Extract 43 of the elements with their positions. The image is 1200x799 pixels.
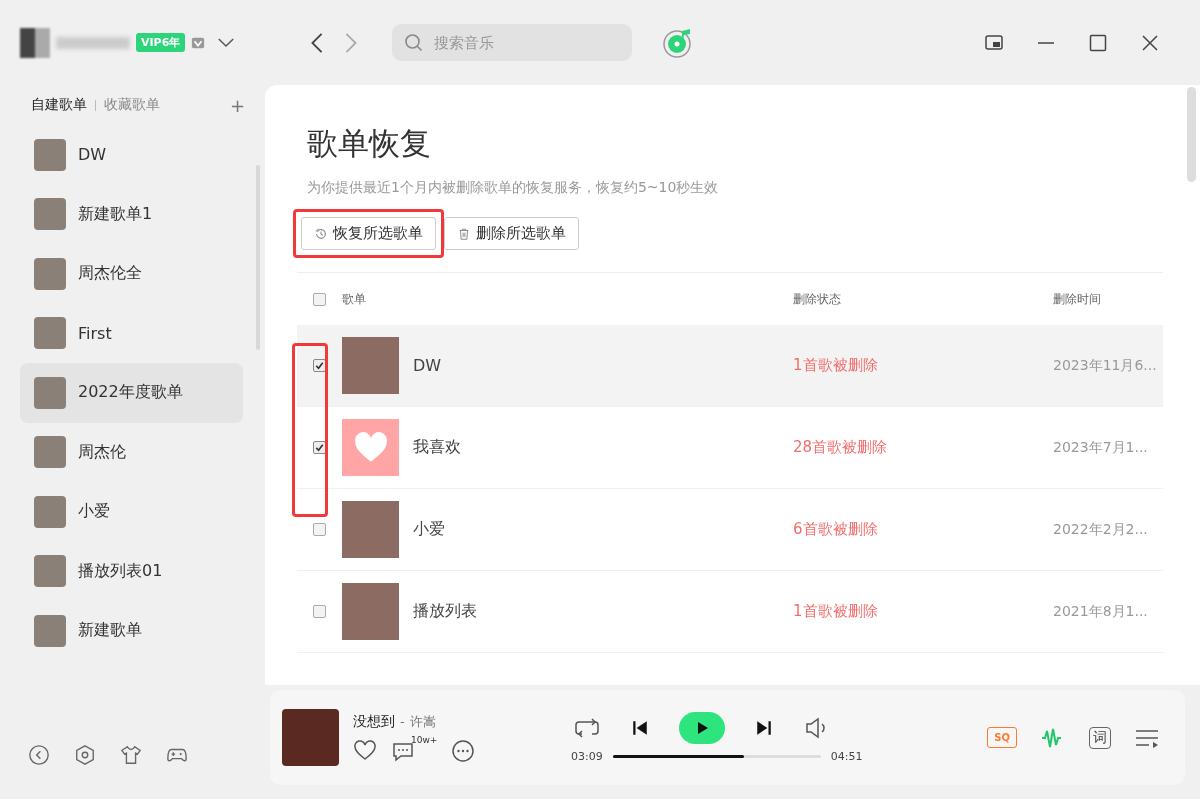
table-row[interactable]: 小爱 6首歌被删除 2022年2月2...: [297, 489, 1163, 571]
table-row[interactable]: 播放列表 1首歌被删除 2021年8月1...: [297, 571, 1163, 653]
playlist-item[interactable]: 小爱: [20, 482, 243, 542]
playlist-name: 播放列表: [413, 601, 478, 622]
playlist-item[interactable]: 周杰伦: [20, 422, 243, 482]
playlist-item[interactable]: DW: [20, 125, 243, 185]
playlist-name: 我喜欢: [413, 437, 462, 458]
deletion-time: 2023年7月1...: [1053, 438, 1149, 457]
add-button[interactable]: +: [229, 94, 245, 116]
lyrics-button[interactable]: 词: [1089, 726, 1111, 749]
delete-button[interactable]: 删除所选歌单: [444, 217, 579, 250]
comment-count: 10w+: [411, 734, 438, 745]
elapsed-time: 03:09: [571, 750, 603, 763]
playlist-name: DW: [413, 356, 443, 375]
page-title: 歌单恢复: [307, 124, 432, 163]
deletion-time: 2021年8月1...: [1053, 602, 1149, 621]
playlist-tab[interactable]: 自建歌单: [31, 96, 87, 114]
playlist-item[interactable]: 新建歌单: [20, 601, 243, 661]
page-subtitle: 为你提供最近1个月内被删除歌单的恢复服务，恢复约5~10秒生效: [307, 179, 720, 197]
table-row[interactable]: 我喜欢 28首歌被删除 2023年7月1...: [297, 407, 1163, 489]
song-separator: -: [400, 713, 405, 729]
deletion-status: 28首歌被删除: [793, 438, 889, 457]
search-field[interactable]: 搜索音乐: [392, 24, 632, 61]
playlist-item[interactable]: 2022年度歌单: [20, 363, 243, 423]
playlist-item[interactable]: 播放列表01: [20, 541, 243, 601]
song-title: 没想到: [353, 712, 395, 731]
column-header: 歌单: [342, 290, 367, 308]
deletion-time: 2023年11月6...: [1053, 356, 1158, 375]
artist-name[interactable]: 许嵩: [409, 712, 436, 731]
column-header: 删除时间: [1053, 290, 1102, 308]
vip-badge: VIP6年: [136, 33, 186, 52]
deletion-time: 2022年2月2...: [1053, 520, 1149, 539]
deletion-status: 1首歌被删除: [793, 602, 879, 621]
restore-button[interactable]: 恢复所选歌单: [301, 217, 436, 250]
playlist-name: 小爱: [413, 519, 446, 540]
deletion-status: 6首歌被删除: [793, 520, 879, 539]
deletion-status: 1首歌被删除: [793, 356, 879, 375]
playlist-item[interactable]: First: [20, 303, 243, 363]
playlist-item[interactable]: 周杰伦全: [20, 244, 243, 304]
playlist-item[interactable]: 新建歌单1: [20, 184, 243, 244]
total-time: 04:51: [830, 750, 863, 763]
column-header: 删除状态: [793, 290, 842, 308]
table-row[interactable]: DW 1首歌被删除 2023年11月6...: [297, 325, 1163, 407]
